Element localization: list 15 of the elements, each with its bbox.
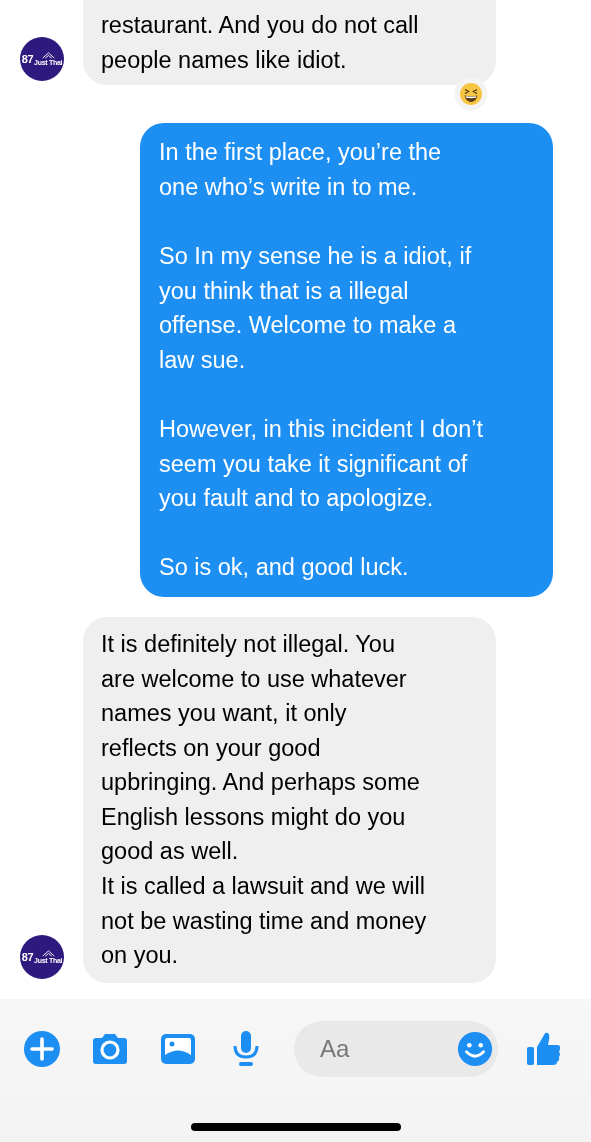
home-indicator[interactable] [190,1122,401,1131]
message-text: So is ok, and good luck. [159,553,410,583]
message-text: restaurant. And you do not call people names like idiot. [101,11,420,75]
message-field[interactable]: Aa [318,1033,456,1064]
message-text: In the first place, you’re the one who’s write in to me. [159,138,443,202]
message-field-background[interactable]: Aa [294,1020,498,1077]
avatar-number: 87 [21,53,34,66]
roof-icon [41,949,55,957]
message-text: However, in this incident I don’t seem you take it significant of you fault and to apologize. [159,414,484,514]
message-text: It is definitely not illegal. You are welcome to use whatever names you want, it only reflects on your good upbringing. And perhaps some English lessons might do you good as well. It is called a lawsuit and we will not be wasting time and money on you. [101,629,428,971]
roof-icon [41,52,55,60]
smiley-icon[interactable] [456,1029,494,1068]
avatar-number: 87 [21,950,34,963]
add-icon[interactable] [22,1028,62,1069]
message-text: So In my sense he is a idiot, if you think that is a illegal offense. Welcome to make a law sue. [159,241,473,375]
